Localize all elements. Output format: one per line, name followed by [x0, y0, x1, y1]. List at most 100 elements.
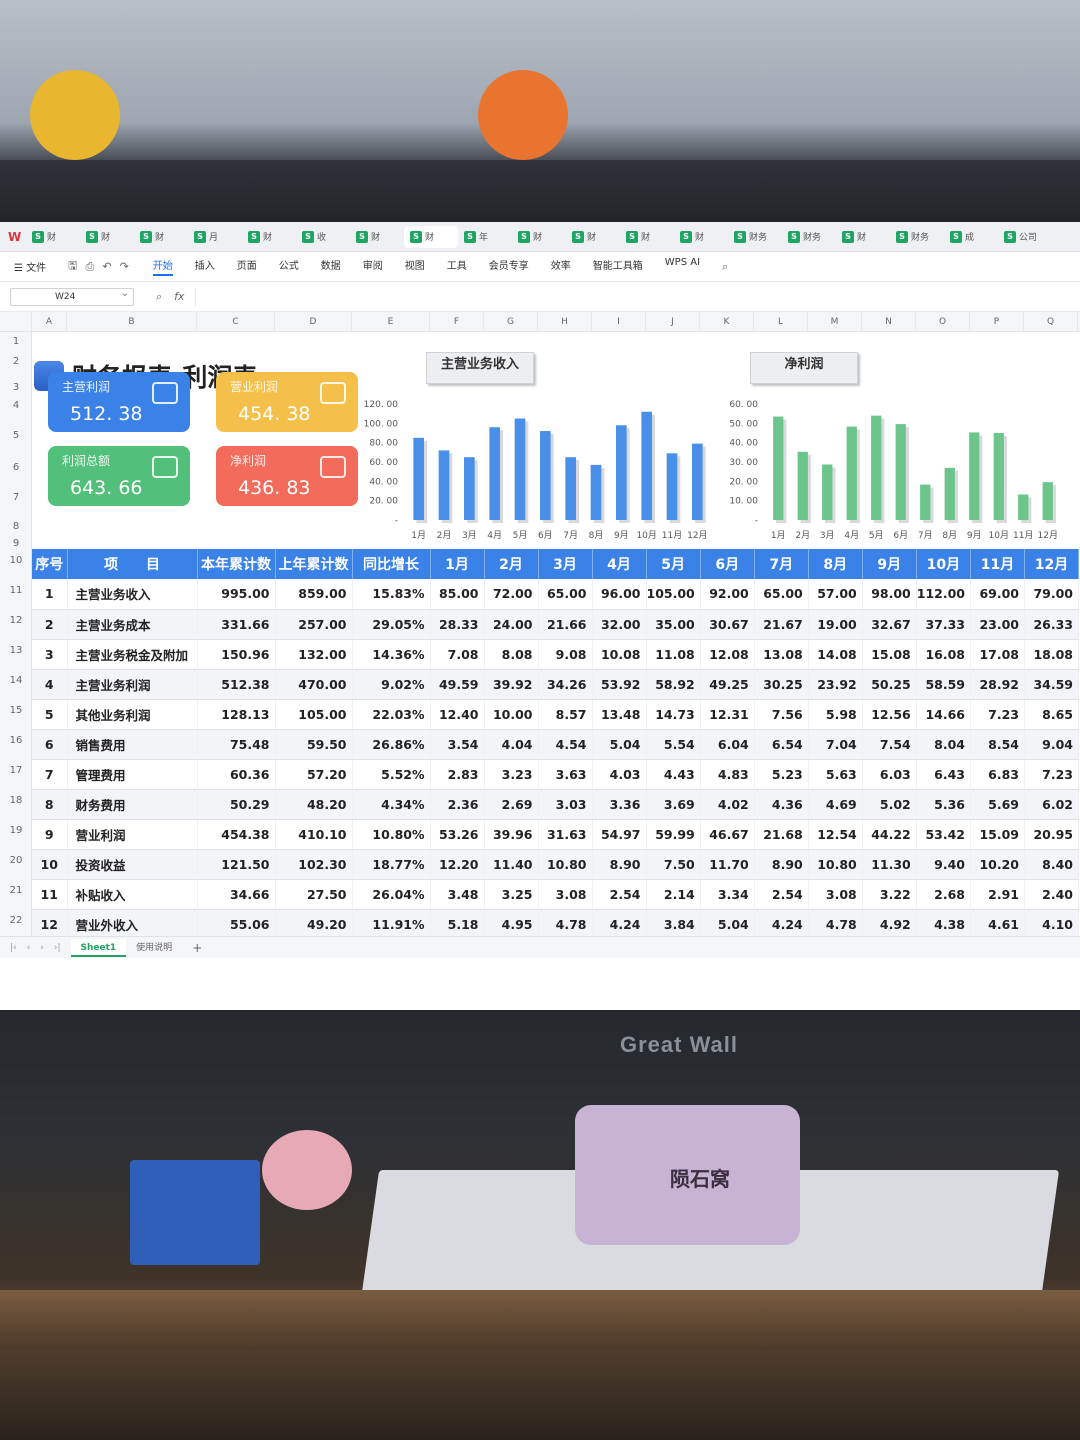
- table-cell[interactable]: 60.36: [197, 759, 276, 790]
- table-cell[interactable]: 5.63: [808, 759, 863, 790]
- table-cell[interactable]: 454.38: [197, 819, 276, 850]
- table-cell[interactable]: 23.00: [970, 609, 1025, 640]
- table-cell[interactable]: 2.14: [646, 879, 701, 910]
- table-cell[interactable]: 3.08: [808, 879, 863, 910]
- row-header[interactable]: 6: [0, 462, 32, 473]
- row-header[interactable]: 13: [0, 645, 32, 656]
- document-tab[interactable]: S 财务: [890, 226, 944, 248]
- column-header[interactable]: N: [862, 312, 916, 331]
- table-cell[interactable]: 24.00: [484, 609, 539, 640]
- table-cell[interactable]: 39.96: [484, 819, 539, 850]
- table-cell[interactable]: 17.08: [970, 639, 1025, 670]
- menu-item[interactable]: WPS AI: [665, 257, 700, 276]
- table-cell[interactable]: 7.23: [1024, 759, 1079, 790]
- table-cell[interactable]: 50.29: [197, 789, 276, 820]
- table-cell[interactable]: 4.43: [646, 759, 701, 790]
- document-tab[interactable]: S财: [134, 226, 188, 248]
- sheet-tab-instructions[interactable]: 使用说明: [126, 939, 182, 957]
- table-cell[interactable]: 28.92: [970, 669, 1025, 700]
- table-cell[interactable]: 9: [32, 819, 68, 850]
- table-cell[interactable]: 22.03%: [352, 699, 431, 730]
- document-tab[interactable]: S月: [188, 226, 242, 248]
- table-cell[interactable]: 14.73: [646, 699, 701, 730]
- row-header[interactable]: 12: [0, 615, 32, 626]
- table-cell[interactable]: 57.20: [275, 759, 353, 790]
- fx-icon[interactable]: fx: [174, 290, 184, 303]
- table-cell[interactable]: 14.66: [916, 699, 972, 730]
- table-cell[interactable]: 3.03: [538, 789, 593, 820]
- table-cell[interactable]: 2.54: [592, 879, 647, 910]
- table-cell[interactable]: 10.00: [484, 699, 539, 730]
- table-cell[interactable]: 补贴收入: [67, 879, 198, 910]
- document-tab[interactable]: S收: [296, 226, 350, 248]
- table-cell[interactable]: 11.91%: [352, 909, 431, 940]
- table-cell[interactable]: 512.38: [197, 669, 276, 700]
- table-cell[interactable]: 13.48: [592, 699, 647, 730]
- row-header[interactable]: 21: [0, 885, 32, 896]
- table-cell[interactable]: 4.61: [970, 909, 1025, 940]
- table-cell[interactable]: 4.04: [484, 729, 539, 760]
- table-cell[interactable]: 营业外收入: [67, 909, 198, 940]
- table-cell[interactable]: 59.50: [275, 729, 353, 760]
- table-cell[interactable]: 105.00: [275, 699, 353, 730]
- table-cell[interactable]: 5.98: [808, 699, 863, 730]
- column-header[interactable]: M: [808, 312, 862, 331]
- search-icon[interactable]: ⌕: [722, 260, 728, 274]
- table-cell[interactable]: 8.90: [592, 849, 647, 880]
- table-cell[interactable]: 主营业务利润: [67, 669, 198, 700]
- table-cell[interactable]: 26.33: [1024, 609, 1079, 640]
- document-tab[interactable]: S财: [80, 226, 134, 248]
- table-cell[interactable]: 59.99: [646, 819, 701, 850]
- document-tab[interactable]: S成: [944, 226, 998, 248]
- table-cell[interactable]: 35.00: [646, 609, 701, 640]
- table-cell[interactable]: 12.20: [430, 849, 485, 880]
- table-cell[interactable]: 11: [32, 879, 68, 910]
- column-header[interactable]: B: [67, 312, 197, 331]
- table-cell[interactable]: 12.40: [430, 699, 485, 730]
- table-cell[interactable]: 72.00: [484, 579, 539, 610]
- formula-input[interactable]: [194, 287, 1080, 306]
- table-cell[interactable]: 8.90: [754, 849, 809, 880]
- table-cell[interactable]: 470.00: [275, 669, 353, 700]
- table-cell[interactable]: 6.03: [862, 759, 917, 790]
- table-cell[interactable]: 44.22: [862, 819, 917, 850]
- table-cell[interactable]: 7.56: [754, 699, 809, 730]
- table-cell[interactable]: 3.25: [484, 879, 539, 910]
- table-cell[interactable]: 49.20: [275, 909, 353, 940]
- table-cell[interactable]: 112.00: [916, 579, 972, 610]
- column-header[interactable]: Q: [1024, 312, 1078, 331]
- table-cell[interactable]: 投资收益: [67, 849, 198, 880]
- table-cell[interactable]: 4.92: [862, 909, 917, 940]
- document-tab[interactable]: S 财务: [728, 226, 782, 248]
- table-cell[interactable]: 49.59: [430, 669, 485, 700]
- table-cell[interactable]: 4.69: [808, 789, 863, 820]
- menu-item[interactable]: 审阅: [363, 257, 383, 276]
- table-cell[interactable]: 3.63: [538, 759, 593, 790]
- table-cell[interactable]: 2.36: [430, 789, 485, 820]
- table-cell[interactable]: 10.20: [970, 849, 1025, 880]
- row-header[interactable]: 1: [0, 336, 32, 347]
- table-cell[interactable]: 21.67: [754, 609, 809, 640]
- table-cell[interactable]: 26.86%: [352, 729, 431, 760]
- table-cell[interactable]: 26.04%: [352, 879, 431, 910]
- table-cell[interactable]: 1: [32, 579, 68, 610]
- table-cell[interactable]: 2.68: [916, 879, 972, 910]
- menu-item[interactable]: 页面: [237, 257, 257, 276]
- table-cell[interactable]: 15.09: [970, 819, 1025, 850]
- table-cell[interactable]: 92.00: [700, 579, 755, 610]
- table-cell[interactable]: 5.69: [970, 789, 1025, 820]
- table-cell[interactable]: 其他业务利润: [67, 699, 198, 730]
- row-header[interactable]: 15: [0, 705, 32, 716]
- column-header[interactable]: E: [352, 312, 430, 331]
- table-cell[interactable]: 8.40: [1024, 849, 1079, 880]
- table-cell[interactable]: 34.66: [197, 879, 276, 910]
- table-cell[interactable]: 54.97: [592, 819, 647, 850]
- table-cell[interactable]: 10: [32, 849, 68, 880]
- table-cell[interactable]: 65.00: [754, 579, 809, 610]
- document-tab[interactable]: S财: [242, 226, 296, 248]
- table-cell[interactable]: 4.83: [700, 759, 755, 790]
- menu-item[interactable]: 效率: [551, 257, 571, 276]
- table-cell[interactable]: 营业利润: [67, 819, 198, 850]
- name-box[interactable]: W24: [10, 286, 134, 306]
- table-cell[interactable]: 3.34: [700, 879, 755, 910]
